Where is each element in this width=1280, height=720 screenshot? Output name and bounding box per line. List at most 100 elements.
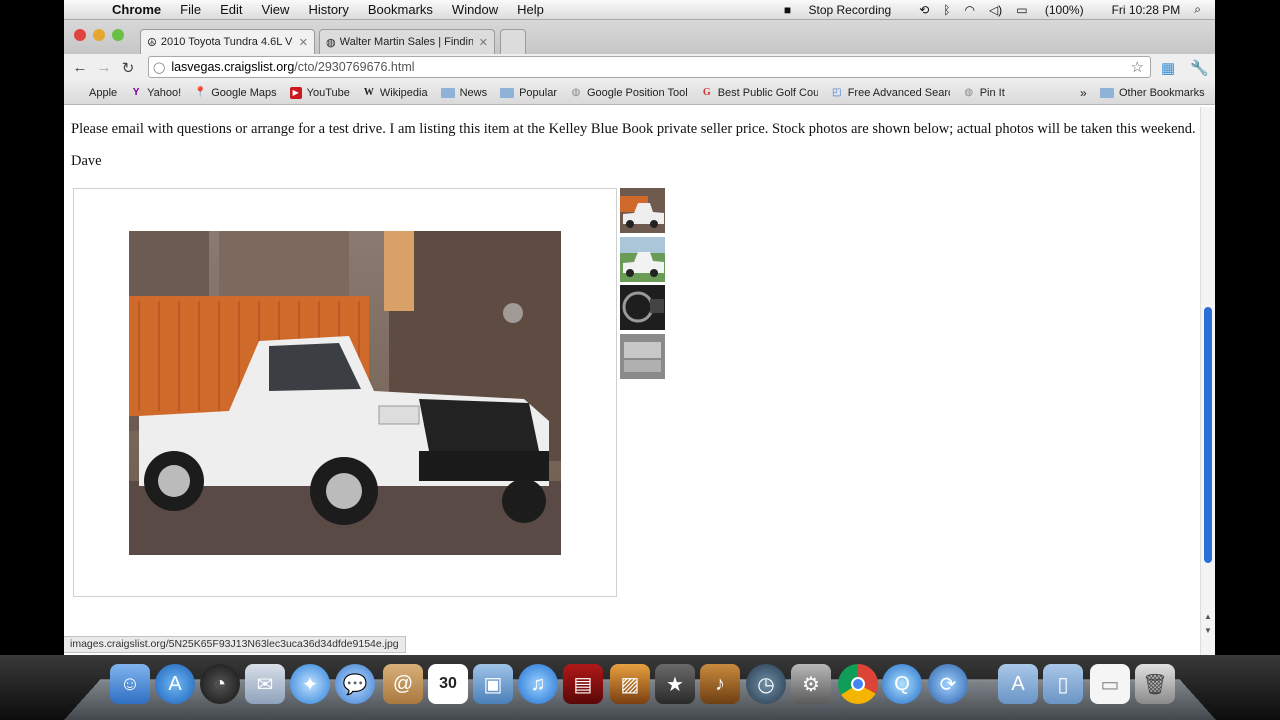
quicktime-icon[interactable]: Q bbox=[882, 664, 922, 704]
bookmarks-overflow-chevron[interactable]: » bbox=[1080, 86, 1087, 100]
extension-icon[interactable]: ▦ bbox=[1161, 59, 1175, 77]
chrome-dock-icon[interactable] bbox=[838, 664, 878, 704]
dashboard-icon[interactable]: ◔ bbox=[200, 664, 240, 704]
bookmark-label: Apple bbox=[89, 86, 118, 99]
close-window-button[interactable] bbox=[74, 29, 86, 41]
imovie-icon[interactable]: ★ bbox=[655, 664, 695, 704]
bookmark-label: Pin It bbox=[979, 86, 1005, 99]
applications-folder-icon[interactable]: A bbox=[998, 664, 1038, 704]
app-store-icon[interactable]: A bbox=[155, 664, 195, 704]
folder-icon bbox=[440, 87, 455, 98]
trash-icon[interactable]: 🗑 bbox=[1135, 664, 1175, 704]
wifi-icon[interactable]: ◠ bbox=[964, 3, 974, 17]
bookmark-label: Yahoo! bbox=[147, 86, 182, 99]
menu-help[interactable]: Help bbox=[517, 2, 544, 17]
globe-icon: ◍ bbox=[964, 86, 974, 98]
bookmark-folder-popular[interactable]: Popular bbox=[500, 87, 557, 99]
bookmark-label: Best Public Golf Cou bbox=[717, 86, 818, 99]
thumbnail-2[interactable] bbox=[620, 237, 665, 282]
maps-icon: 📍 bbox=[194, 86, 207, 98]
finder-icon[interactable]: ☺ bbox=[110, 664, 150, 704]
bookmark-star-icon[interactable]: ☆ bbox=[1131, 58, 1144, 76]
menu-edit[interactable]: Edit bbox=[220, 2, 242, 17]
battery-status[interactable]: ▭ (100%) bbox=[1016, 3, 1097, 17]
bookmark-yahoo[interactable]: Y Yahoo! bbox=[130, 87, 181, 99]
ical-icon[interactable]: 30 bbox=[428, 664, 468, 704]
menubar-status-area: ■ Stop Recording ⟲ ᛒ ◠ ◁) ▭ (100%) Fri 1… bbox=[784, 2, 1215, 17]
other-bookmarks[interactable]: Other Bookmarks bbox=[1100, 87, 1205, 99]
stop-recording-item[interactable]: ■ Stop Recording bbox=[784, 3, 905, 17]
ichat-icon[interactable]: 💬 bbox=[335, 664, 375, 704]
bookmark-wikipedia[interactable]: W Wikipedia bbox=[363, 87, 428, 99]
screen: Chrome File Edit View History Bookmarks … bbox=[0, 0, 1280, 720]
left-letterbox bbox=[0, 0, 64, 655]
itunes-icon[interactable]: ♫ bbox=[518, 664, 558, 704]
menu-history[interactable]: History bbox=[308, 2, 348, 17]
close-tab-icon[interactable]: ✕ bbox=[479, 36, 488, 49]
mail-icon[interactable]: ✉ bbox=[245, 664, 285, 704]
new-tab-button[interactable] bbox=[500, 29, 526, 54]
bookmark-youtube[interactable]: ▶ YouTube bbox=[289, 86, 350, 99]
scrollbar-thumb[interactable] bbox=[1204, 307, 1212, 563]
time-machine-dock-icon[interactable]: ◷ bbox=[746, 664, 786, 704]
minimize-window-button[interactable] bbox=[93, 29, 105, 41]
safari-icon[interactable]: ✦ bbox=[290, 664, 330, 704]
reload-icon[interactable]: ↻ bbox=[116, 59, 140, 77]
wrench-menu-icon[interactable]: 🔧 bbox=[1190, 59, 1209, 77]
thumbnail-1[interactable] bbox=[620, 188, 665, 233]
bookmark-label: Free Advanced Searc bbox=[847, 86, 950, 99]
listing-body-text: Please email with questions or arrange f… bbox=[71, 121, 1196, 137]
menu-file[interactable]: File bbox=[180, 2, 201, 17]
thumbnail-4[interactable] bbox=[620, 334, 665, 379]
forward-arrow-icon[interactable]: → bbox=[92, 59, 116, 76]
menu-view[interactable]: View bbox=[261, 2, 289, 17]
address-book-icon[interactable]: @ bbox=[383, 664, 423, 704]
address-bar[interactable]: ◯ lasvegas.craigslist.org/cto/2930769676… bbox=[148, 56, 1151, 78]
menu-bookmarks[interactable]: Bookmarks bbox=[368, 2, 433, 17]
right-letterbox bbox=[1215, 0, 1280, 655]
close-tab-icon[interactable]: ✕ bbox=[299, 36, 308, 49]
bookmark-apple[interactable]: Apple bbox=[72, 87, 117, 99]
thumbnail-3[interactable] bbox=[620, 285, 665, 330]
tab-title: Walter Martin Sales | Finding bbox=[339, 36, 473, 48]
url-host: lasvegas.craigslist.org bbox=[171, 60, 295, 74]
volume-icon[interactable]: ◁) bbox=[989, 3, 1002, 17]
iphoto-icon[interactable]: ▣ bbox=[473, 664, 513, 704]
tab-inactive[interactable]: ◍ Walter Martin Sales | Finding ✕ bbox=[319, 29, 495, 54]
iphoto-camera-icon[interactable]: ▨ bbox=[610, 664, 650, 704]
bluetooth-icon[interactable]: ᛒ bbox=[943, 3, 950, 17]
sync-icon[interactable]: ⟳ bbox=[928, 664, 968, 704]
tab-title: 2010 Toyota Tundra 4.6L V8 bbox=[160, 36, 293, 48]
back-arrow-icon[interactable]: ← bbox=[68, 59, 92, 76]
main-truck-photo[interactable] bbox=[129, 231, 561, 555]
scroll-down-arrow-icon[interactable]: ▼ bbox=[1204, 626, 1212, 635]
zoom-window-button[interactable] bbox=[112, 29, 124, 41]
vertical-scrollbar[interactable]: ▲ ▼ bbox=[1200, 107, 1215, 655]
menu-app-name[interactable]: Chrome bbox=[112, 2, 161, 17]
spotlight-icon[interactable]: ⌕ bbox=[1194, 2, 1201, 17]
bookmark-pin-it[interactable]: ◍ Pin It bbox=[963, 86, 1005, 99]
bookmark-label: Popular bbox=[519, 86, 557, 99]
listing-signature: Dave bbox=[71, 153, 102, 169]
google-icon: G bbox=[702, 86, 711, 98]
system-preferences-icon[interactable]: ⚙ bbox=[791, 664, 831, 704]
clock[interactable]: Fri 10:28 PM bbox=[1112, 3, 1181, 17]
tab-active[interactable]: ☮ 2010 Toyota Tundra 4.6L V8 ✕ bbox=[140, 29, 315, 54]
photo-booth-icon[interactable]: ▤ bbox=[563, 664, 603, 704]
bookmark-google-position-tool[interactable]: ◍ Google Position Tool bbox=[570, 87, 688, 99]
folder-icon bbox=[1100, 87, 1114, 98]
apple-icon bbox=[72, 87, 84, 99]
bookmark-google-maps[interactable]: 📍 Google Maps bbox=[194, 87, 276, 99]
bookmark-folder-news[interactable]: News bbox=[440, 87, 487, 99]
documents-folder-icon[interactable]: ▯ bbox=[1043, 664, 1083, 704]
bookmark-golf[interactable]: G Best Public Golf Cou bbox=[701, 87, 818, 99]
garageband-icon[interactable]: ♪ bbox=[700, 664, 740, 704]
time-machine-icon[interactable]: ⟲ bbox=[919, 3, 929, 17]
wikipedia-icon: W bbox=[363, 86, 374, 98]
chrome-center-icon bbox=[851, 677, 865, 691]
menu-window[interactable]: Window bbox=[452, 2, 498, 17]
bookmark-free-advanced-search[interactable]: ◰ Free Advanced Searc bbox=[831, 87, 950, 99]
document-stack-icon[interactable]: ▭ bbox=[1090, 664, 1130, 704]
scroll-up-arrow-icon[interactable]: ▲ bbox=[1204, 612, 1212, 621]
peace-favicon-icon: ☮ bbox=[147, 36, 157, 49]
